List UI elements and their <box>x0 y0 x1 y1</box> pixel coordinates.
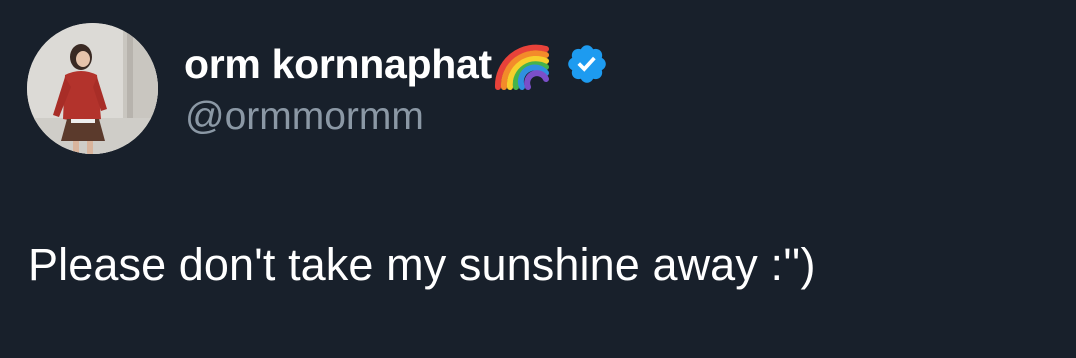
avatar-photo <box>27 23 158 154</box>
tweet-card: orm kornnaphat @ormmormm Please don't ta… <box>0 0 1076 358</box>
author-name-row: orm kornnaphat <box>184 37 609 91</box>
rainbow-icon <box>492 37 552 91</box>
verified-icon[interactable] <box>565 42 609 86</box>
user-handle[interactable]: @ormmormm <box>185 92 424 142</box>
tweet-text: Please don't take my sunshine away :'') <box>28 239 816 290</box>
display-name[interactable]: orm kornnaphat <box>184 37 492 91</box>
avatar[interactable] <box>27 23 158 154</box>
